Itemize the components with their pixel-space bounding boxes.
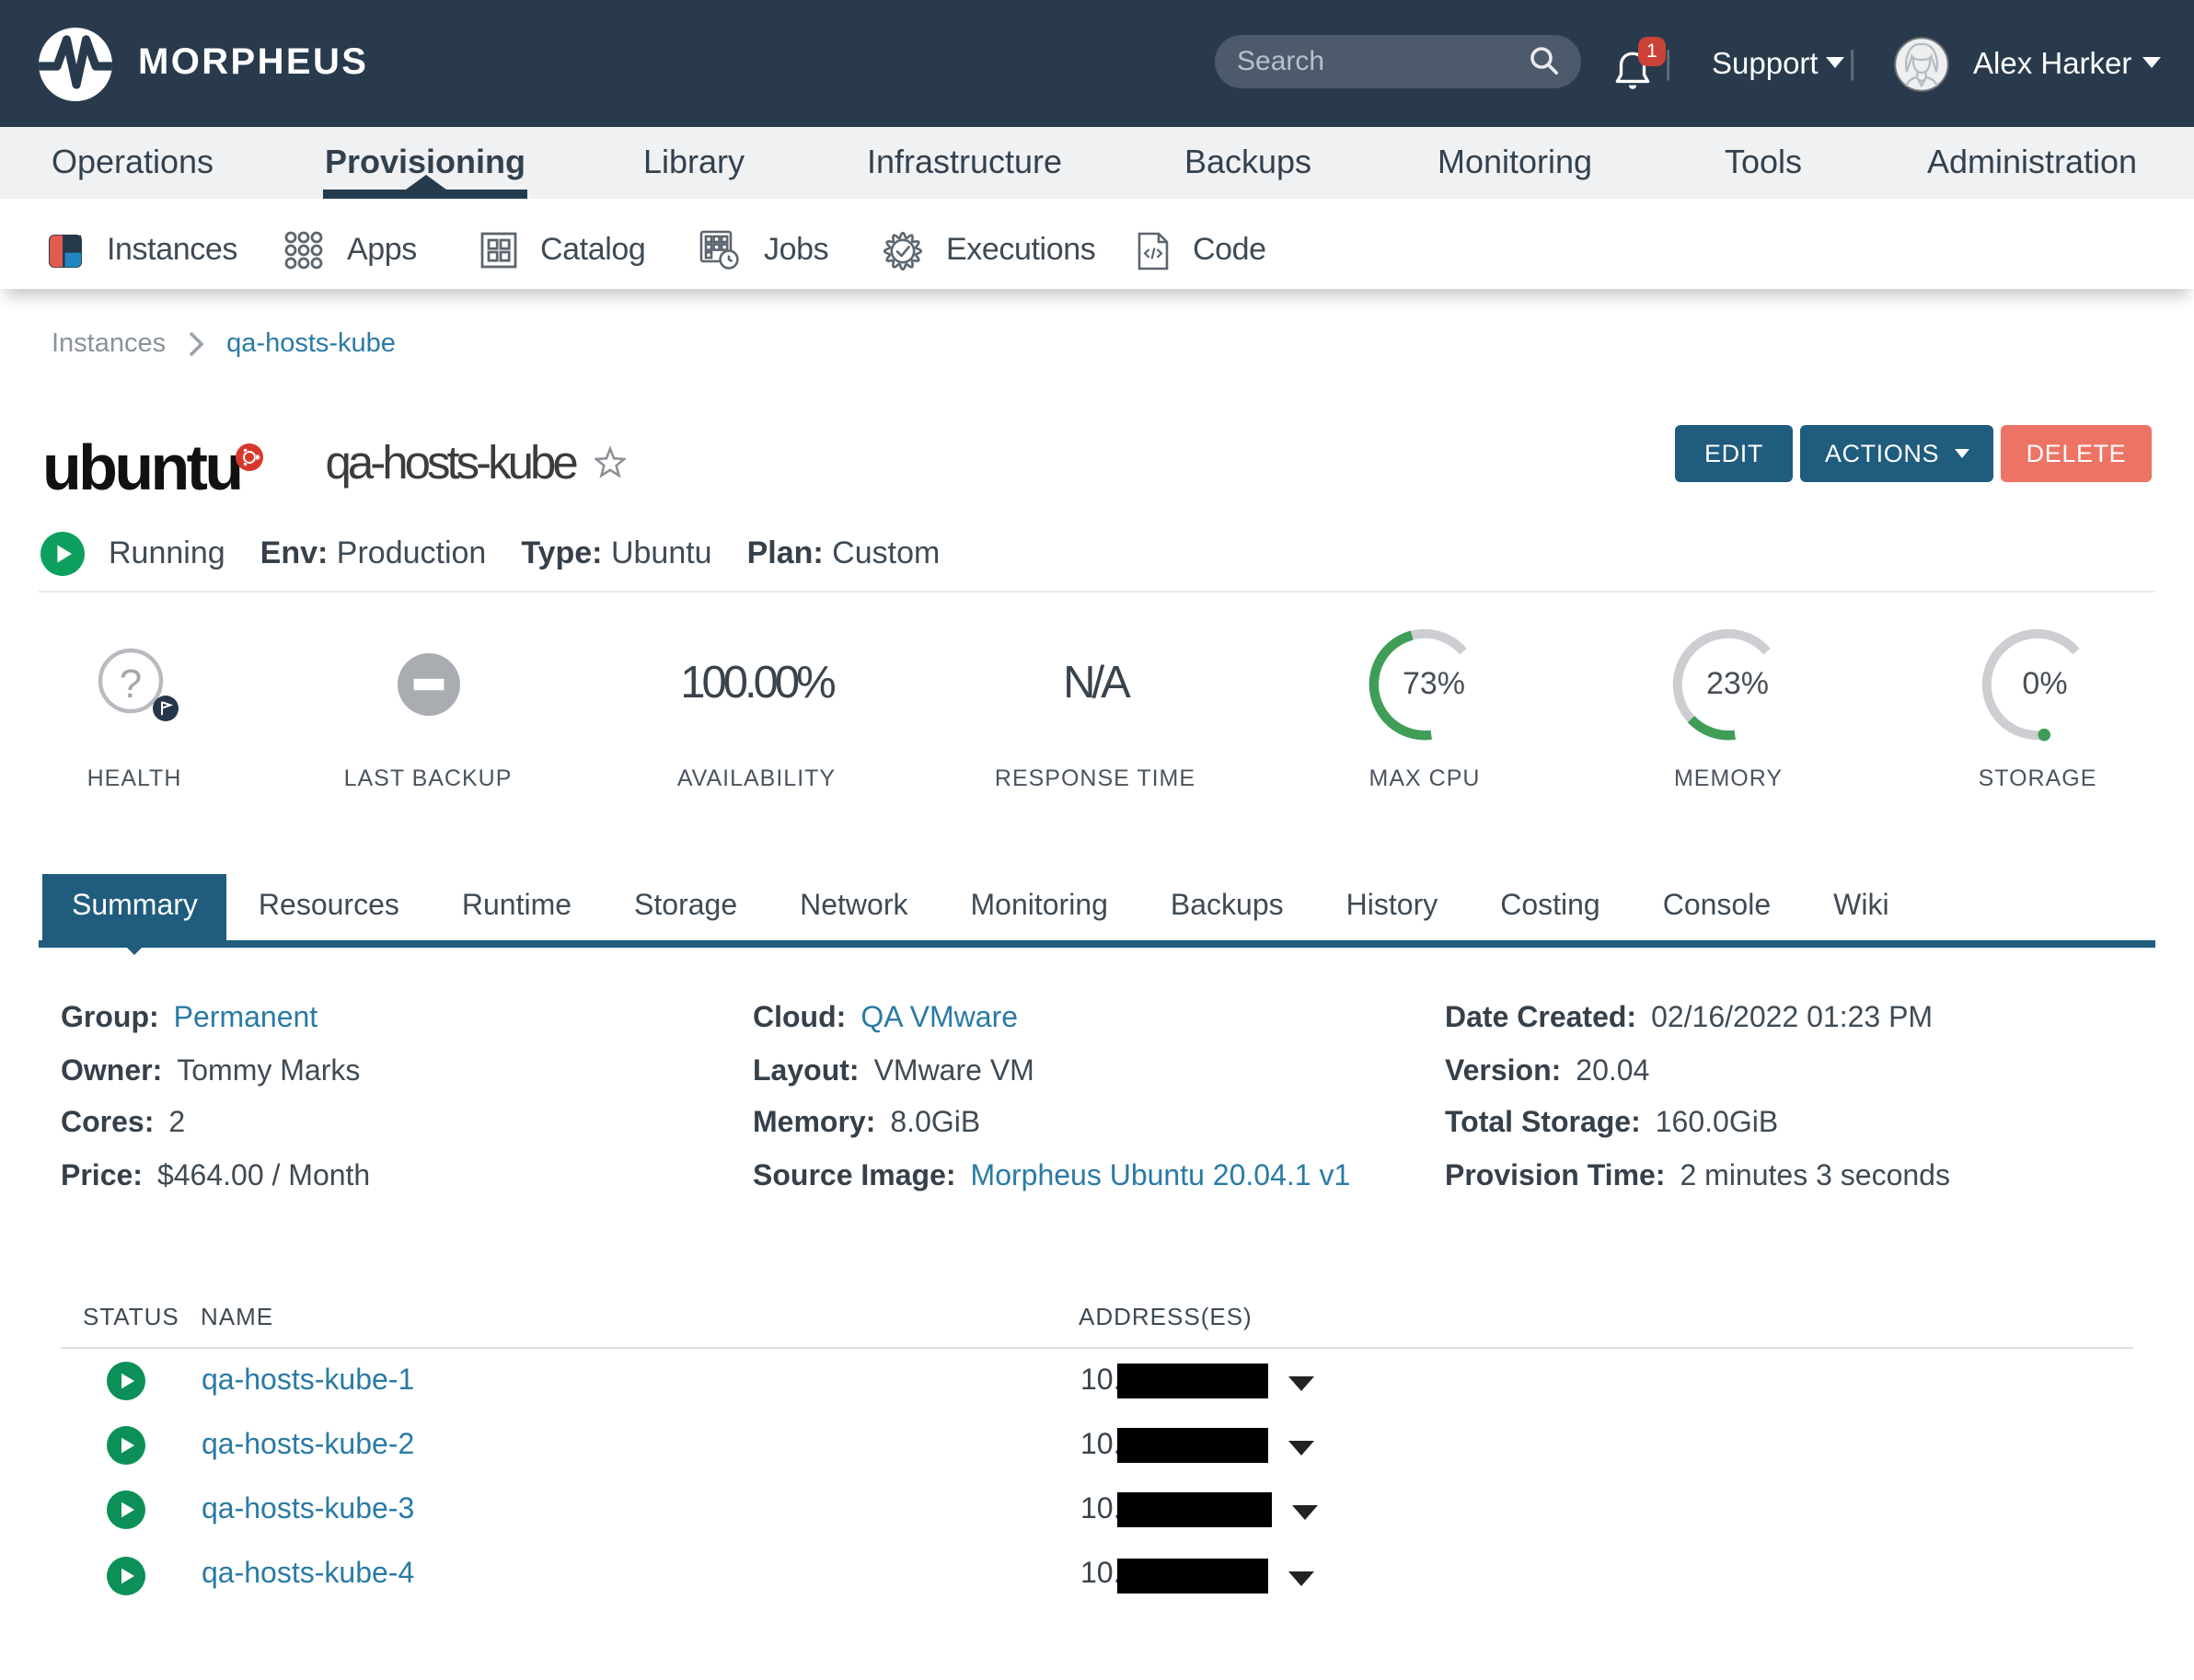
svg-text:?: ? (120, 662, 142, 707)
